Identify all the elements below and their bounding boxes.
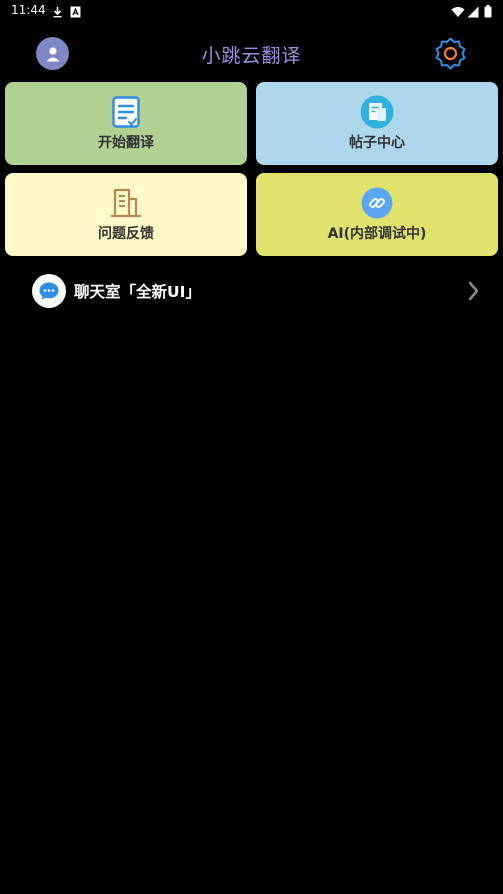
tile-label: 问题反馈 xyxy=(98,226,154,242)
notification-a-icon xyxy=(70,3,81,22)
cell-signal-icon xyxy=(467,3,479,22)
download-icon xyxy=(52,3,63,22)
tile-label: 开始翻译 xyxy=(98,135,154,151)
chat-room-row[interactable]: 聊天室「全新UI」 xyxy=(30,273,485,309)
tile-start-translation[interactable]: 开始翻译 xyxy=(5,82,247,165)
link-icon xyxy=(360,186,394,220)
status-time: 11:44 xyxy=(11,3,46,17)
app-header: 小跳云翻译 xyxy=(0,28,503,78)
battery-icon xyxy=(484,3,492,22)
app-title: 小跳云翻译 xyxy=(201,45,302,67)
tile-ai[interactable]: AI(内部调试中) xyxy=(256,173,498,256)
chat-bubble-icon xyxy=(32,274,66,308)
tile-feedback[interactable]: 问题反馈 xyxy=(5,173,247,256)
building-icon xyxy=(109,186,143,220)
gear-icon xyxy=(433,36,468,71)
chat-room-label: 聊天室「全新UI」 xyxy=(74,283,201,301)
status-bar: 11:44 xyxy=(0,0,503,22)
tile-label: 帖子中心 xyxy=(349,135,405,151)
settings-button[interactable] xyxy=(433,36,468,71)
tile-label: AI(内部调试中) xyxy=(327,226,427,242)
wifi-icon xyxy=(451,3,465,22)
chevron-right-icon xyxy=(467,280,481,306)
document-edit-icon xyxy=(109,95,143,129)
posts-icon xyxy=(360,95,394,129)
tile-posts-center[interactable]: 帖子中心 xyxy=(256,82,498,165)
